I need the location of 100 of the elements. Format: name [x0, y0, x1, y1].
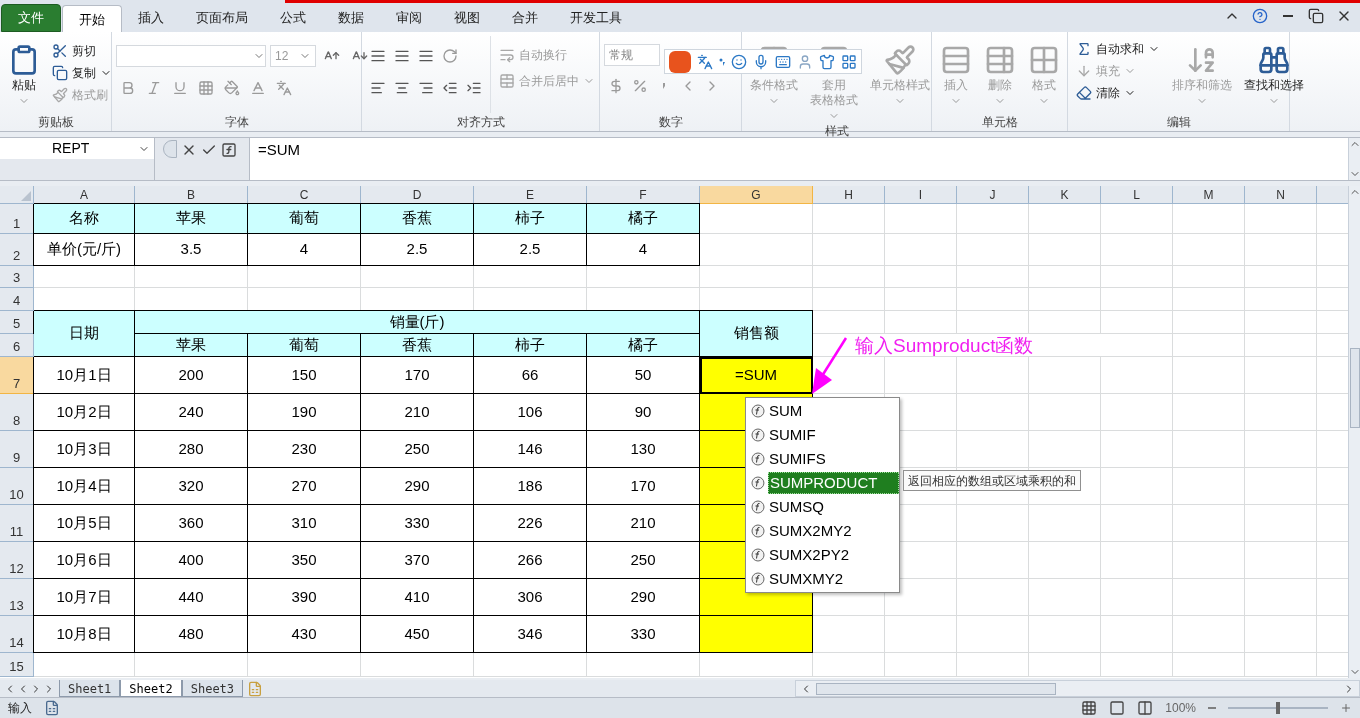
row-header[interactable]: 8	[0, 394, 34, 431]
vertical-scrollbar[interactable]	[1348, 186, 1360, 678]
clear-button[interactable]: 清除	[1072, 82, 1164, 104]
row-header[interactable]: 6	[0, 334, 34, 357]
grid-cell	[1101, 579, 1173, 616]
copy-button[interactable]: 复制	[48, 62, 116, 84]
column-header[interactable]: N	[1245, 186, 1317, 204]
row-header[interactable]: 11	[0, 505, 34, 542]
table-cell: 170	[361, 357, 474, 394]
ribbon-tab[interactable]: 插入	[122, 4, 180, 32]
grid-cell	[1173, 505, 1245, 542]
zoom-slider-thumb[interactable]	[1276, 702, 1280, 714]
binoculars-icon	[1258, 44, 1290, 76]
column-header[interactable]: I	[885, 186, 957, 204]
function-option[interactable]: SUMSQ	[768, 496, 825, 518]
row-header[interactable]: 12	[0, 542, 34, 579]
normal-view-icon[interactable]	[1081, 700, 1098, 716]
table-cell: 146	[474, 431, 587, 468]
column-header[interactable]: L	[1101, 186, 1173, 204]
ribbon-tab[interactable]: 文件	[1, 4, 61, 32]
grid-cell	[1101, 616, 1173, 653]
splitter-handle[interactable]	[163, 140, 177, 158]
row-header[interactable]: 2	[0, 234, 34, 266]
table-cell: 2.5	[474, 234, 587, 266]
row-header[interactable]: 10	[0, 468, 34, 505]
minimize-icon	[1283, 15, 1293, 17]
function-option[interactable]: SUMIFS	[768, 448, 827, 470]
new-sheet-icon[interactable]	[247, 680, 264, 697]
row-header[interactable]: 14	[0, 616, 34, 653]
table-cell: 186	[474, 468, 587, 505]
insert-function-icon[interactable]	[221, 142, 237, 158]
scrollbar-thumb[interactable]	[816, 682, 1057, 695]
column-header[interactable]: J	[957, 186, 1029, 204]
page-break-icon[interactable]	[1137, 700, 1154, 716]
row-header[interactable]: 5	[0, 311, 34, 334]
column-header[interactable]: K	[1029, 186, 1101, 204]
function-option[interactable]: SUM	[768, 400, 804, 422]
column-header[interactable]: C	[248, 186, 361, 204]
formula-input[interactable]: =SUM	[250, 138, 1348, 180]
row-header[interactable]: 15	[0, 653, 34, 677]
horizontal-scrollbar[interactable]	[795, 680, 1360, 697]
font-name-field[interactable]	[116, 45, 266, 67]
function-option[interactable]: SUMPRODUCT	[767, 472, 899, 494]
row-header[interactable]: 7	[0, 357, 34, 394]
column-header[interactable]: M	[1173, 186, 1245, 204]
rotate-icon	[442, 48, 458, 64]
paste-button[interactable]: 粘贴	[4, 36, 44, 113]
active-cell: =SUM	[700, 357, 813, 394]
column-header[interactable]: A	[34, 186, 135, 204]
copy-icon	[52, 65, 68, 81]
row-header[interactable]: 13	[0, 579, 34, 616]
function-option[interactable]: SUMX2MY2	[768, 520, 853, 542]
ribbon-tab[interactable]: 开发工具	[554, 4, 638, 32]
column-header[interactable]: B	[135, 186, 248, 204]
grid-cell	[813, 234, 885, 266]
row-header[interactable]: 9	[0, 431, 34, 468]
punctuation-icon	[719, 57, 725, 66]
zoom-level[interactable]: 100%	[1165, 699, 1196, 717]
column-header[interactable]: G	[700, 186, 813, 204]
ribbon-tab[interactable]: 视图	[438, 4, 496, 32]
function-option[interactable]: SUMX2PY2	[768, 544, 851, 566]
row-header[interactable]: 3	[0, 266, 34, 288]
ribbon-tab[interactable]: 合并	[496, 4, 554, 32]
ribbon-tab[interactable]: 审阅	[380, 4, 438, 32]
column-header[interactable]: D	[361, 186, 474, 204]
column-header[interactable]: F	[587, 186, 700, 204]
macro-record-icon[interactable]	[44, 700, 60, 716]
sheet-tab[interactable]: Sheet1	[59, 680, 121, 697]
wrap-text-icon	[499, 47, 515, 63]
table-cell: 310	[248, 505, 361, 542]
ribbon-tab[interactable]: 数据	[322, 4, 380, 32]
function-option[interactable]: SUMIF	[768, 424, 817, 446]
sheet-tab[interactable]: Sheet3	[181, 680, 244, 697]
phonetic-icon	[276, 80, 292, 96]
ribbon-tab[interactable]: 公式	[264, 4, 322, 32]
grid-cell	[1245, 616, 1317, 653]
table-cell: 360	[135, 505, 248, 542]
find-select-button[interactable]: 查找和选择	[1240, 36, 1308, 113]
autosum-button[interactable]: 自动求和	[1072, 38, 1164, 60]
scrollbar-thumb[interactable]	[1349, 348, 1360, 428]
page-layout-icon[interactable]	[1109, 700, 1126, 716]
column-header[interactable]: H	[813, 186, 885, 204]
grid-cell	[1173, 204, 1245, 234]
cut-button[interactable]: 剪切	[48, 40, 116, 62]
column-header[interactable]: E	[474, 186, 587, 204]
table-cell: 苹果	[135, 334, 248, 357]
grid-cell	[1173, 288, 1245, 311]
merge-cells-icon	[499, 73, 515, 89]
grid-cell	[1245, 468, 1317, 505]
row-header[interactable]: 1	[0, 204, 34, 234]
function-option[interactable]: SUMXMY2	[768, 568, 845, 590]
number-format-field[interactable]: 常规	[604, 44, 660, 66]
ribbon-tab[interactable]: 开始	[62, 5, 122, 33]
grid-cell	[1029, 204, 1101, 234]
table-cell: 240	[135, 394, 248, 431]
zoom-in-icon[interactable]	[1340, 702, 1352, 714]
percent-icon	[632, 78, 648, 94]
row-header[interactable]: 4	[0, 288, 34, 311]
sheet-tab[interactable]: Sheet2	[120, 680, 182, 697]
ribbon-tab[interactable]: 页面布局	[180, 4, 264, 32]
